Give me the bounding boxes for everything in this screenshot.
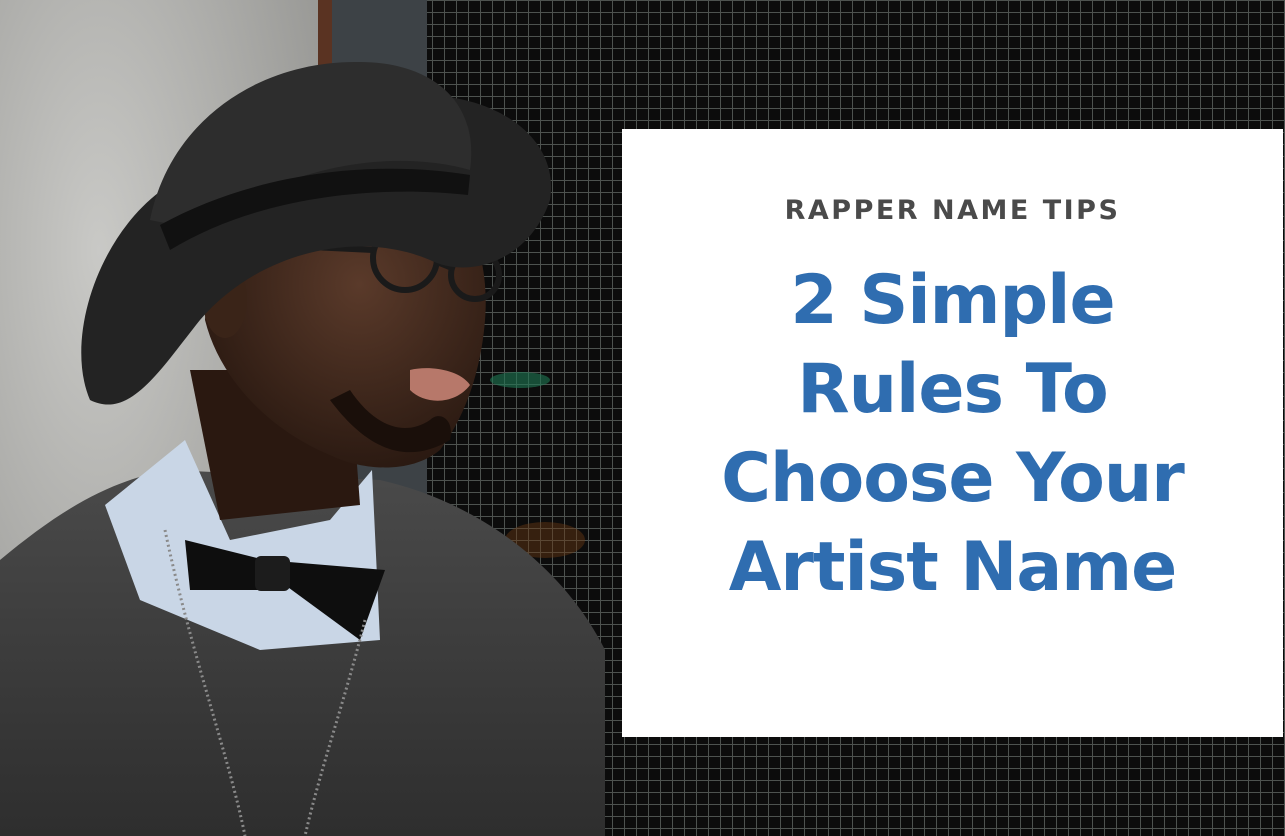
headline-line-1: 2 Simple — [790, 261, 1115, 340]
headline-line-3: Choose Your — [721, 439, 1185, 518]
kicker-label: RAPPER NAME TIPS — [784, 195, 1121, 226]
hero-banner: RAPPER NAME TIPS 2 Simple Rules To Choos… — [0, 0, 1285, 836]
title-card: RAPPER NAME TIPS 2 Simple Rules To Choos… — [622, 129, 1283, 737]
headline: 2 Simple Rules To Choose Your Artist Nam… — [721, 256, 1185, 612]
headline-line-4: Artist Name — [728, 528, 1177, 607]
headline-line-2: Rules To — [797, 350, 1108, 429]
